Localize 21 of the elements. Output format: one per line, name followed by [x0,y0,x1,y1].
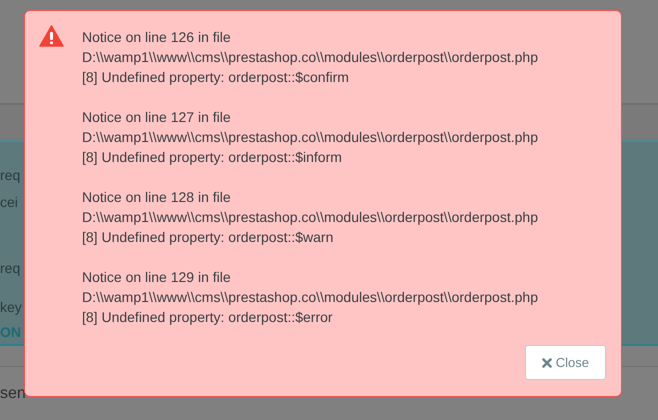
notice-heading: Notice on line 127 in file [82,108,232,127]
file-path: D:\\wamp1\\www\\cms\\prestashop.co\\modules\\orderpost\\orderpost.php [82,208,538,227]
file-path: D:\\wamp1\\www\\cms\\prestashop.co\\modules\\orderpost\\orderpost.php [82,288,538,307]
notice-message: [8] Undefined property: orderpost::$confirm [82,68,350,87]
background-text: ON [0,323,21,341]
close-icon [542,358,552,368]
notice-message: [8] Undefined property: orderpost::$inform [82,148,343,167]
warning-icon [39,25,64,47]
notice-heading: Notice on line 126 in file [82,28,232,47]
notice-message: [8] Undefined property: orderpost::$error [82,308,334,327]
notice-heading: Notice on line 128 in file [82,188,232,207]
file-path: D:\\wamp1\\www\\cms\\prestashop.co\\modules\\orderpost\\orderpost.php [82,48,538,67]
background-text: key [0,298,22,316]
notice-heading: Notice on line 129 in file [82,268,232,287]
background-text: req [0,166,20,184]
file-path: D:\\wamp1\\www\\cms\\prestashop.co\\modules\\orderpost\\orderpost.php [82,128,538,147]
background-text: sen [0,384,26,402]
background-text: cei [0,193,18,211]
notice-message: [8] Undefined property: orderpost::$warn [82,228,334,247]
close-button[interactable]: Close [524,345,606,380]
background-text: req [0,259,20,277]
